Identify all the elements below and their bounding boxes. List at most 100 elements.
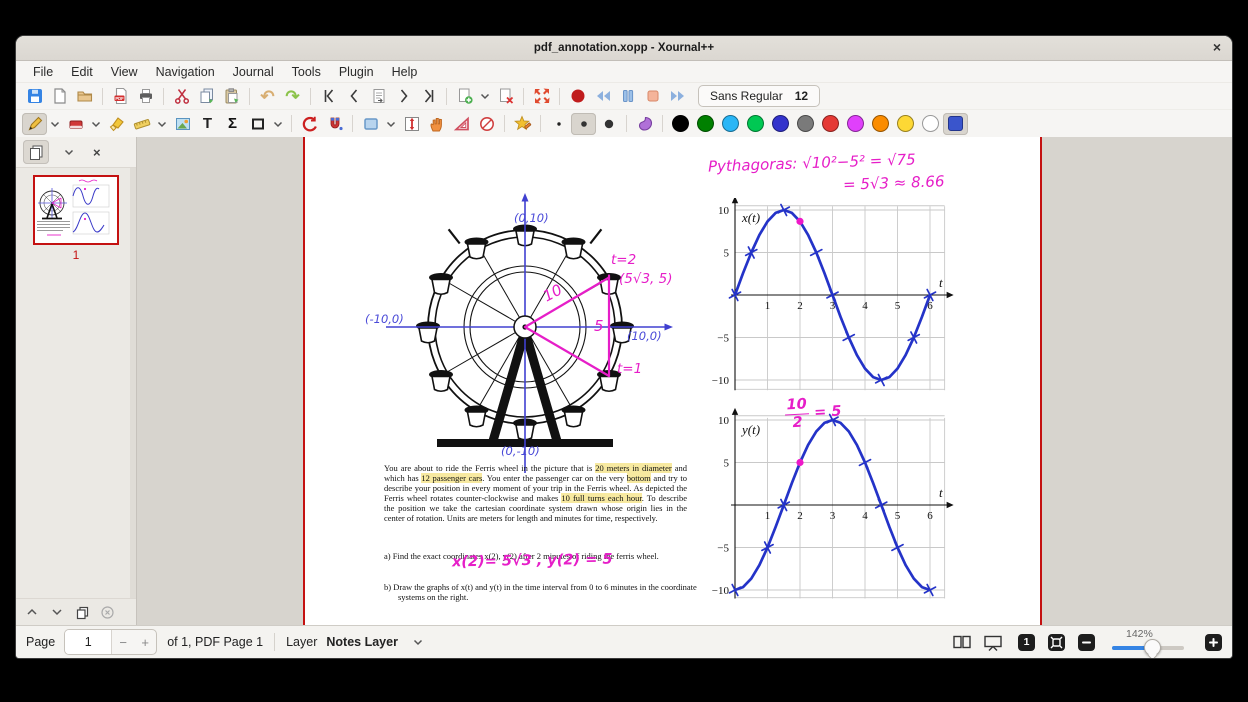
delete-thumb-button[interactable] bbox=[96, 603, 118, 622]
thumbnail-page-number: 1 bbox=[72, 248, 80, 262]
page-count-text: of 1, PDF Page 1 bbox=[167, 635, 264, 649]
new-page-after-button[interactable] bbox=[452, 85, 477, 107]
vertical-space-tool-button[interactable] bbox=[399, 113, 424, 135]
hand-tool-button[interactable] bbox=[424, 113, 449, 135]
color-swatch-5[interactable] bbox=[793, 113, 818, 135]
shape-recognizer-button[interactable] bbox=[510, 113, 535, 135]
pen-tool-button[interactable] bbox=[22, 112, 47, 135]
menu-file[interactable]: File bbox=[24, 64, 62, 80]
menu-tools[interactable]: Tools bbox=[283, 64, 330, 80]
ruler-tool-button[interactable] bbox=[129, 113, 154, 135]
thumb-down-button[interactable] bbox=[46, 603, 68, 622]
audio-pause-button[interactable] bbox=[615, 85, 640, 107]
thickness-fine-button[interactable] bbox=[546, 113, 571, 135]
menu-help[interactable]: Help bbox=[383, 64, 427, 80]
zoom-original-button[interactable]: 1 bbox=[1018, 633, 1035, 651]
goto-next-page-button[interactable] bbox=[391, 85, 416, 107]
color-palette bbox=[668, 113, 943, 135]
audio-forward-button[interactable] bbox=[665, 85, 690, 107]
compass-tool-button[interactable] bbox=[474, 113, 499, 135]
page-increment-button[interactable]: + bbox=[134, 630, 156, 654]
page-number-input[interactable]: 1 bbox=[65, 630, 113, 654]
goto-first-page-button[interactable] bbox=[316, 85, 341, 107]
color-swatch-2[interactable] bbox=[718, 113, 743, 135]
color-swatch-4[interactable] bbox=[768, 113, 793, 135]
dual-page-view-button[interactable] bbox=[949, 631, 974, 653]
presentation-mode-button[interactable] bbox=[980, 631, 1005, 653]
open-folder-button[interactable] bbox=[72, 85, 97, 107]
color-picker-button[interactable] bbox=[943, 112, 968, 135]
export-pdf-button[interactable]: PDF bbox=[108, 85, 133, 107]
color-swatch-0[interactable] bbox=[668, 113, 693, 135]
menu-plugin[interactable]: Plugin bbox=[330, 64, 383, 80]
zoom-fit-button[interactable] bbox=[1048, 633, 1065, 651]
font-button[interactable]: Sans Regular 12 bbox=[698, 85, 821, 107]
pdf-page[interactable]: (0,10) (-10,0) (10,0) (0,-10) 10 5 t=2 (… bbox=[303, 137, 1042, 625]
eraser-tool-button[interactable] bbox=[63, 113, 88, 135]
color-swatch-1[interactable] bbox=[693, 113, 718, 135]
zoom-slider-thumb[interactable] bbox=[1144, 639, 1161, 656]
color-swatch-8[interactable] bbox=[868, 113, 893, 135]
setsquare-tool-button[interactable] bbox=[449, 113, 474, 135]
color-swatch-3[interactable] bbox=[743, 113, 768, 135]
rotation-snapping-button[interactable] bbox=[297, 113, 322, 135]
color-swatch-7[interactable] bbox=[843, 113, 868, 135]
selection-options-chevron[interactable] bbox=[383, 113, 399, 135]
goto-page-button[interactable] bbox=[366, 85, 391, 107]
audio-record-button[interactable] bbox=[565, 85, 590, 107]
layer-value[interactable]: Notes Layer bbox=[326, 635, 398, 649]
math-tex-tool-button[interactable]: Σ bbox=[220, 113, 245, 135]
menu-view[interactable]: View bbox=[102, 64, 147, 80]
sidebar-dropdown-chevron[interactable] bbox=[56, 140, 82, 164]
image-tool-button[interactable] bbox=[170, 113, 195, 135]
menu-journal[interactable]: Journal bbox=[224, 64, 283, 80]
page-thumbnail[interactable] bbox=[33, 175, 119, 245]
new-page-options-chevron[interactable] bbox=[477, 85, 493, 107]
thickness-medium-button[interactable] bbox=[571, 112, 596, 135]
zoom-out-button[interactable] bbox=[1078, 633, 1095, 651]
copy-button[interactable] bbox=[194, 85, 219, 107]
layer-dropdown-chevron[interactable] bbox=[412, 636, 424, 648]
sidebar-scrollbar[interactable] bbox=[130, 168, 136, 598]
thickness-thick-button[interactable] bbox=[596, 113, 621, 135]
pen-options-chevron[interactable] bbox=[47, 113, 63, 135]
delete-page-button[interactable] bbox=[493, 85, 518, 107]
highlighter-tool-button[interactable] bbox=[104, 113, 129, 135]
sidebar-pages-tab[interactable] bbox=[23, 140, 49, 164]
page-decrement-button[interactable]: − bbox=[112, 630, 134, 654]
shape-options-chevron[interactable] bbox=[270, 113, 286, 135]
menu-edit[interactable]: Edit bbox=[62, 64, 102, 80]
new-document-button[interactable] bbox=[47, 85, 72, 107]
ruler-options-chevron[interactable] bbox=[154, 113, 170, 135]
menu-navigation[interactable]: Navigation bbox=[147, 64, 224, 80]
color-swatch-6[interactable] bbox=[818, 113, 843, 135]
color-swatch-9[interactable] bbox=[893, 113, 918, 135]
color-swatch-10[interactable] bbox=[918, 113, 943, 135]
shape-tool-button[interactable] bbox=[245, 113, 270, 135]
eraser-options-chevron[interactable] bbox=[88, 113, 104, 135]
text-tool-button[interactable]: T bbox=[195, 113, 220, 135]
copy-page-button[interactable] bbox=[71, 603, 93, 622]
thumb-up-button[interactable] bbox=[21, 603, 43, 622]
body-text: . You enter the passenger car on the ver… bbox=[482, 473, 627, 483]
paste-button[interactable] bbox=[219, 85, 244, 107]
window-close-button[interactable]: × bbox=[1213, 39, 1221, 55]
rect-selection-button[interactable] bbox=[358, 113, 383, 135]
zoom-slider[interactable]: 142% bbox=[1108, 627, 1192, 657]
cut-button[interactable] bbox=[169, 85, 194, 107]
redo-button[interactable]: ↷ bbox=[280, 85, 305, 107]
sidebar-close-button[interactable]: × bbox=[93, 145, 101, 160]
document-canvas[interactable]: (0,10) (-10,0) (10,0) (0,-10) 10 5 t=2 (… bbox=[137, 137, 1232, 625]
print-button[interactable] bbox=[133, 85, 158, 107]
undo-button[interactable]: ↶ bbox=[255, 85, 280, 107]
grid-snapping-magnet-button[interactable] bbox=[322, 113, 347, 135]
goto-previous-page-button[interactable] bbox=[341, 85, 366, 107]
audio-stop-button[interactable] bbox=[640, 85, 665, 107]
title-bar[interactable]: pdf_annotation.xopp - Xournal++ × bbox=[16, 36, 1232, 61]
fullscreen-button[interactable] bbox=[529, 85, 554, 107]
fill-tool-button[interactable] bbox=[632, 113, 657, 135]
audio-rewind-button[interactable] bbox=[590, 85, 615, 107]
save-button[interactable] bbox=[22, 85, 47, 107]
goto-last-page-button[interactable] bbox=[416, 85, 441, 107]
zoom-in-button[interactable] bbox=[1205, 633, 1222, 651]
